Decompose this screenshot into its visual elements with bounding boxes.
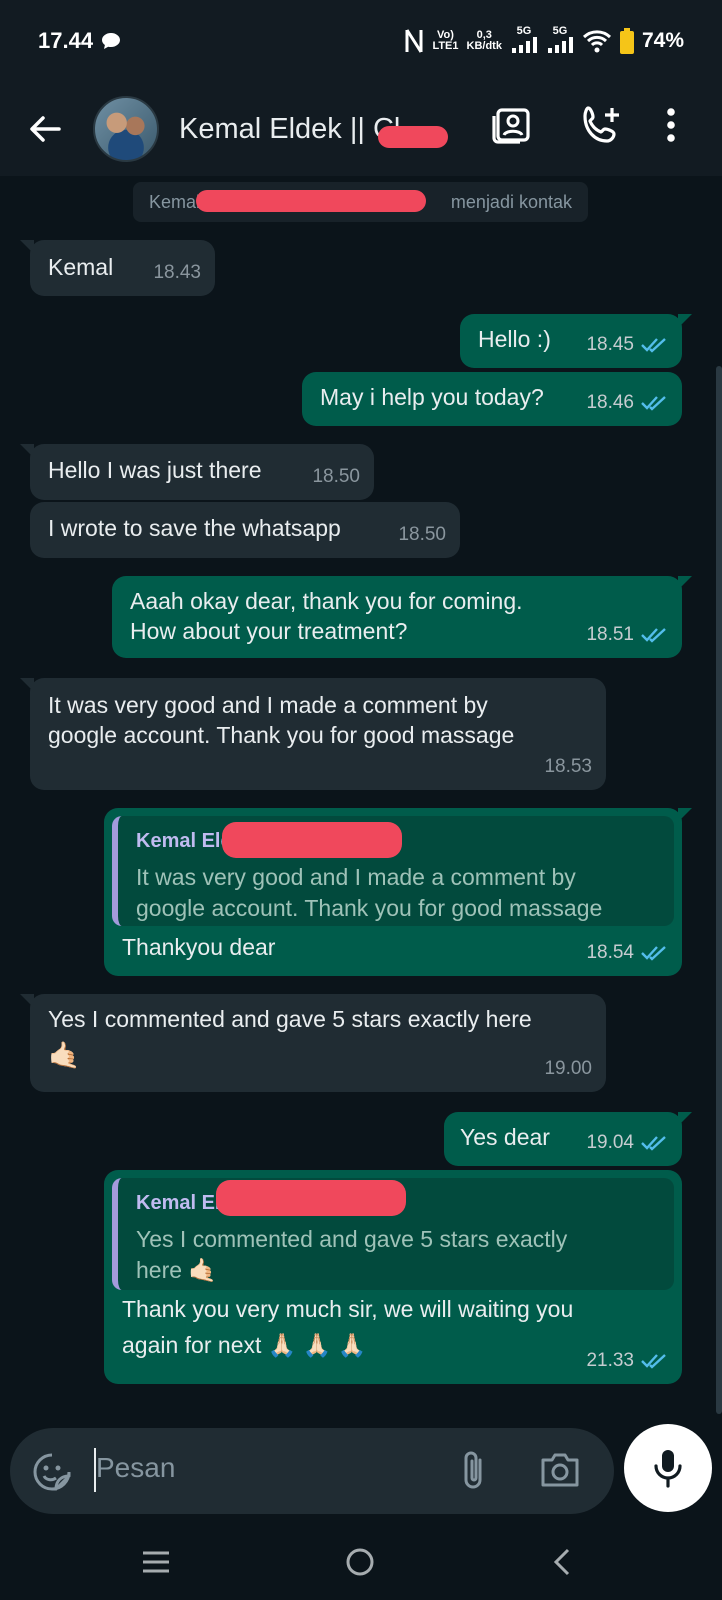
camera-icon[interactable] [538,1450,582,1490]
redaction-mark [196,190,426,212]
nfc-icon [405,29,423,53]
signal-bars-icon [547,37,573,53]
input-placeholder: Pesan [96,1452,176,1483]
chat-area[interactable]: Kemal menjadi kontak Kemal 18.43 Hello :… [0,176,722,1424]
net-speed: 0,3 KB/dtk [466,29,502,52]
read-ticks-icon [641,1136,666,1151]
message-outgoing[interactable]: Aaah okay dear, thank you for coming. Ho… [112,576,692,658]
mic-icon [654,1450,682,1488]
message-incoming[interactable]: It was very good and I made a comment by… [20,678,606,790]
message-input[interactable]: Pesan [10,1428,614,1514]
battery-percent: 74% [641,29,684,52]
message-incoming[interactable]: Kemal 18.43 [20,240,215,296]
emoji-call-me: 🤙🏻 [48,1040,81,1070]
attach-icon[interactable] [456,1450,492,1492]
composer: Pesan [0,1424,722,1524]
nav-home-icon[interactable] [342,1544,378,1580]
mic-button[interactable] [624,1424,712,1512]
volte-indicator: Vo) LTE1 [432,29,459,52]
status-bar: 17.44 Vo) LTE1 0,3 KB/dtk 5G 5G 74% [0,0,722,82]
redaction-mark [216,1180,406,1216]
sticker-icon[interactable] [32,1452,72,1492]
avatar[interactable] [93,96,159,162]
add-call-icon[interactable] [578,102,624,148]
wifi-icon [582,30,611,53]
message-incoming[interactable]: Hello I was just there 18.50 [20,444,374,500]
status-icons: Vo) LTE1 0,3 KB/dtk 5G 5G 74% [404,26,684,56]
message-outgoing[interactable]: May i help you today? 18.46 [302,372,682,426]
back-arrow-icon[interactable] [25,109,65,149]
message-incoming[interactable]: I wrote to save the whatsapp 18.50 [30,502,460,558]
contact-card-icon[interactable] [490,102,536,148]
battery-icon [619,28,634,54]
read-ticks-icon [641,946,666,961]
status-time: 17.44 [38,28,94,53]
signal-bars-icon [511,37,537,53]
nav-menu-icon[interactable] [138,1544,174,1580]
read-ticks-icon [641,338,666,353]
signal-1: 5G [510,26,538,56]
system-nav-bar [0,1524,722,1600]
redaction-mark [378,126,448,148]
message-incoming[interactable]: Yes I commented and gave 5 stars exactly… [20,994,606,1092]
read-ticks-icon [641,396,666,411]
message-outgoing[interactable]: Hello :) 18.45 [460,314,692,368]
contact-name[interactable]: Kemal Eldek || Cl [179,113,400,146]
chat-bubble-icon [102,33,121,49]
nav-back-icon[interactable] [546,1544,582,1580]
scrollbar[interactable] [716,366,722,1414]
read-ticks-icon [641,628,666,643]
more-vert-icon[interactable] [648,102,694,148]
read-ticks-icon [641,1354,666,1369]
signal-2: 5G [546,26,574,56]
redaction-mark [222,822,402,858]
message-outgoing[interactable]: Yes dear 19.04 [444,1112,692,1166]
chat-header: Kemal Eldek || Cl [0,82,722,176]
